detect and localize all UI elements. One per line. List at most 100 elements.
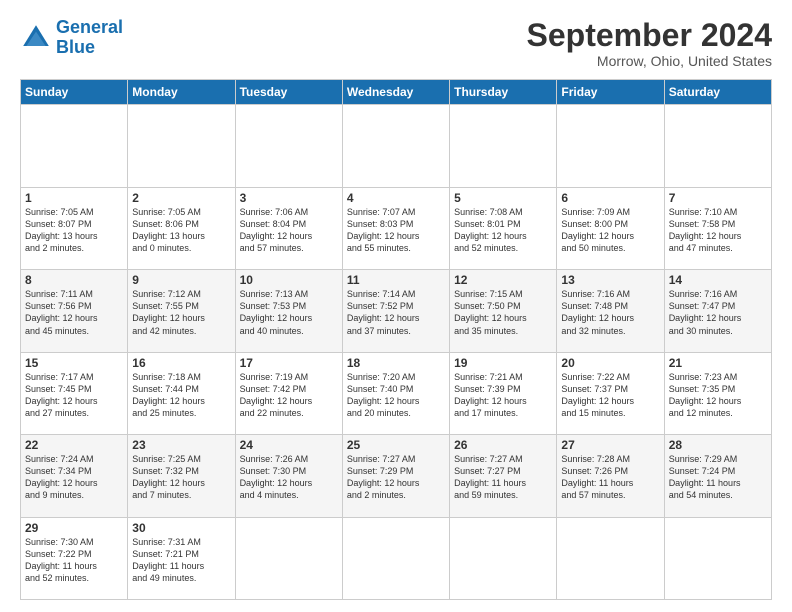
day-info: Sunrise: 7:21 AM Sunset: 7:39 PM Dayligh… [454,371,552,420]
calendar-cell: 26Sunrise: 7:27 AM Sunset: 7:27 PM Dayli… [450,435,557,517]
day-info: Sunrise: 7:14 AM Sunset: 7:52 PM Dayligh… [347,288,445,337]
calendar-cell: 21Sunrise: 7:23 AM Sunset: 7:35 PM Dayli… [664,352,771,434]
day-info: Sunrise: 7:19 AM Sunset: 7:42 PM Dayligh… [240,371,338,420]
calendar-cell [235,517,342,599]
calendar-week-5: 29Sunrise: 7:30 AM Sunset: 7:22 PM Dayli… [21,517,772,599]
calendar-cell: 10Sunrise: 7:13 AM Sunset: 7:53 PM Dayli… [235,270,342,352]
logo: General Blue [20,18,123,58]
calendar-cell: 1Sunrise: 7:05 AM Sunset: 8:07 PM Daylig… [21,187,128,269]
calendar-cell: 11Sunrise: 7:14 AM Sunset: 7:52 PM Dayli… [342,270,449,352]
calendar-cell: 27Sunrise: 7:28 AM Sunset: 7:26 PM Dayli… [557,435,664,517]
day-info: Sunrise: 7:10 AM Sunset: 7:58 PM Dayligh… [669,206,767,255]
calendar-cell: 18Sunrise: 7:20 AM Sunset: 7:40 PM Dayli… [342,352,449,434]
calendar-cell: 2Sunrise: 7:05 AM Sunset: 8:06 PM Daylig… [128,187,235,269]
day-number: 22 [25,438,123,452]
day-info: Sunrise: 7:07 AM Sunset: 8:03 PM Dayligh… [347,206,445,255]
col-friday: Friday [557,80,664,105]
calendar-cell: 19Sunrise: 7:21 AM Sunset: 7:39 PM Dayli… [450,352,557,434]
calendar-cell [664,105,771,187]
day-number: 24 [240,438,338,452]
col-monday: Monday [128,80,235,105]
calendar-cell: 20Sunrise: 7:22 AM Sunset: 7:37 PM Dayli… [557,352,664,434]
day-number: 26 [454,438,552,452]
calendar-cell: 3Sunrise: 7:06 AM Sunset: 8:04 PM Daylig… [235,187,342,269]
day-number: 7 [669,191,767,205]
day-number: 11 [347,273,445,287]
calendar-cell [235,105,342,187]
day-number: 3 [240,191,338,205]
header-row: Sunday Monday Tuesday Wednesday Thursday… [21,80,772,105]
calendar-cell [557,517,664,599]
calendar-week-1: 1Sunrise: 7:05 AM Sunset: 8:07 PM Daylig… [21,187,772,269]
day-number: 20 [561,356,659,370]
day-number: 28 [669,438,767,452]
day-number: 13 [561,273,659,287]
calendar-cell: 13Sunrise: 7:16 AM Sunset: 7:48 PM Dayli… [557,270,664,352]
day-number: 8 [25,273,123,287]
logo-general: General [56,17,123,37]
col-wednesday: Wednesday [342,80,449,105]
col-sunday: Sunday [21,80,128,105]
calendar-cell: 7Sunrise: 7:10 AM Sunset: 7:58 PM Daylig… [664,187,771,269]
logo-blue: Blue [56,37,95,57]
calendar-table: Sunday Monday Tuesday Wednesday Thursday… [20,79,772,600]
col-tuesday: Tuesday [235,80,342,105]
month-title: September 2024 [527,18,772,53]
day-info: Sunrise: 7:29 AM Sunset: 7:24 PM Dayligh… [669,453,767,502]
day-number: 19 [454,356,552,370]
calendar-week-2: 8Sunrise: 7:11 AM Sunset: 7:56 PM Daylig… [21,270,772,352]
location: Morrow, Ohio, United States [527,53,772,69]
day-number: 27 [561,438,659,452]
calendar-cell [450,517,557,599]
day-number: 5 [454,191,552,205]
page: General Blue September 2024 Morrow, Ohio… [0,0,792,612]
day-number: 21 [669,356,767,370]
day-number: 12 [454,273,552,287]
day-number: 9 [132,273,230,287]
calendar-cell: 12Sunrise: 7:15 AM Sunset: 7:50 PM Dayli… [450,270,557,352]
calendar-cell: 14Sunrise: 7:16 AM Sunset: 7:47 PM Dayli… [664,270,771,352]
calendar-cell [664,517,771,599]
day-info: Sunrise: 7:25 AM Sunset: 7:32 PM Dayligh… [132,453,230,502]
calendar-cell [557,105,664,187]
day-number: 6 [561,191,659,205]
day-number: 30 [132,521,230,535]
logo-icon [20,22,52,54]
calendar-week-0 [21,105,772,187]
day-info: Sunrise: 7:11 AM Sunset: 7:56 PM Dayligh… [25,288,123,337]
day-info: Sunrise: 7:12 AM Sunset: 7:55 PM Dayligh… [132,288,230,337]
day-info: Sunrise: 7:27 AM Sunset: 7:29 PM Dayligh… [347,453,445,502]
day-number: 14 [669,273,767,287]
calendar-cell [128,105,235,187]
calendar-cell: 6Sunrise: 7:09 AM Sunset: 8:00 PM Daylig… [557,187,664,269]
calendar-cell: 8Sunrise: 7:11 AM Sunset: 7:56 PM Daylig… [21,270,128,352]
day-number: 29 [25,521,123,535]
calendar-cell [21,105,128,187]
calendar-cell: 29Sunrise: 7:30 AM Sunset: 7:22 PM Dayli… [21,517,128,599]
calendar-cell: 4Sunrise: 7:07 AM Sunset: 8:03 PM Daylig… [342,187,449,269]
day-info: Sunrise: 7:16 AM Sunset: 7:47 PM Dayligh… [669,288,767,337]
calendar-cell: 30Sunrise: 7:31 AM Sunset: 7:21 PM Dayli… [128,517,235,599]
day-number: 18 [347,356,445,370]
day-number: 23 [132,438,230,452]
title-block: September 2024 Morrow, Ohio, United Stat… [527,18,772,69]
col-saturday: Saturday [664,80,771,105]
calendar-cell [342,105,449,187]
day-info: Sunrise: 7:27 AM Sunset: 7:27 PM Dayligh… [454,453,552,502]
calendar-cell: 5Sunrise: 7:08 AM Sunset: 8:01 PM Daylig… [450,187,557,269]
calendar-cell: 22Sunrise: 7:24 AM Sunset: 7:34 PM Dayli… [21,435,128,517]
day-info: Sunrise: 7:13 AM Sunset: 7:53 PM Dayligh… [240,288,338,337]
day-info: Sunrise: 7:24 AM Sunset: 7:34 PM Dayligh… [25,453,123,502]
calendar-week-3: 15Sunrise: 7:17 AM Sunset: 7:45 PM Dayli… [21,352,772,434]
day-info: Sunrise: 7:31 AM Sunset: 7:21 PM Dayligh… [132,536,230,585]
day-info: Sunrise: 7:05 AM Sunset: 8:07 PM Dayligh… [25,206,123,255]
day-info: Sunrise: 7:23 AM Sunset: 7:35 PM Dayligh… [669,371,767,420]
day-info: Sunrise: 7:06 AM Sunset: 8:04 PM Dayligh… [240,206,338,255]
calendar-week-4: 22Sunrise: 7:24 AM Sunset: 7:34 PM Dayli… [21,435,772,517]
day-number: 25 [347,438,445,452]
calendar-cell: 9Sunrise: 7:12 AM Sunset: 7:55 PM Daylig… [128,270,235,352]
calendar-cell: 23Sunrise: 7:25 AM Sunset: 7:32 PM Dayli… [128,435,235,517]
day-number: 1 [25,191,123,205]
day-info: Sunrise: 7:08 AM Sunset: 8:01 PM Dayligh… [454,206,552,255]
day-number: 17 [240,356,338,370]
